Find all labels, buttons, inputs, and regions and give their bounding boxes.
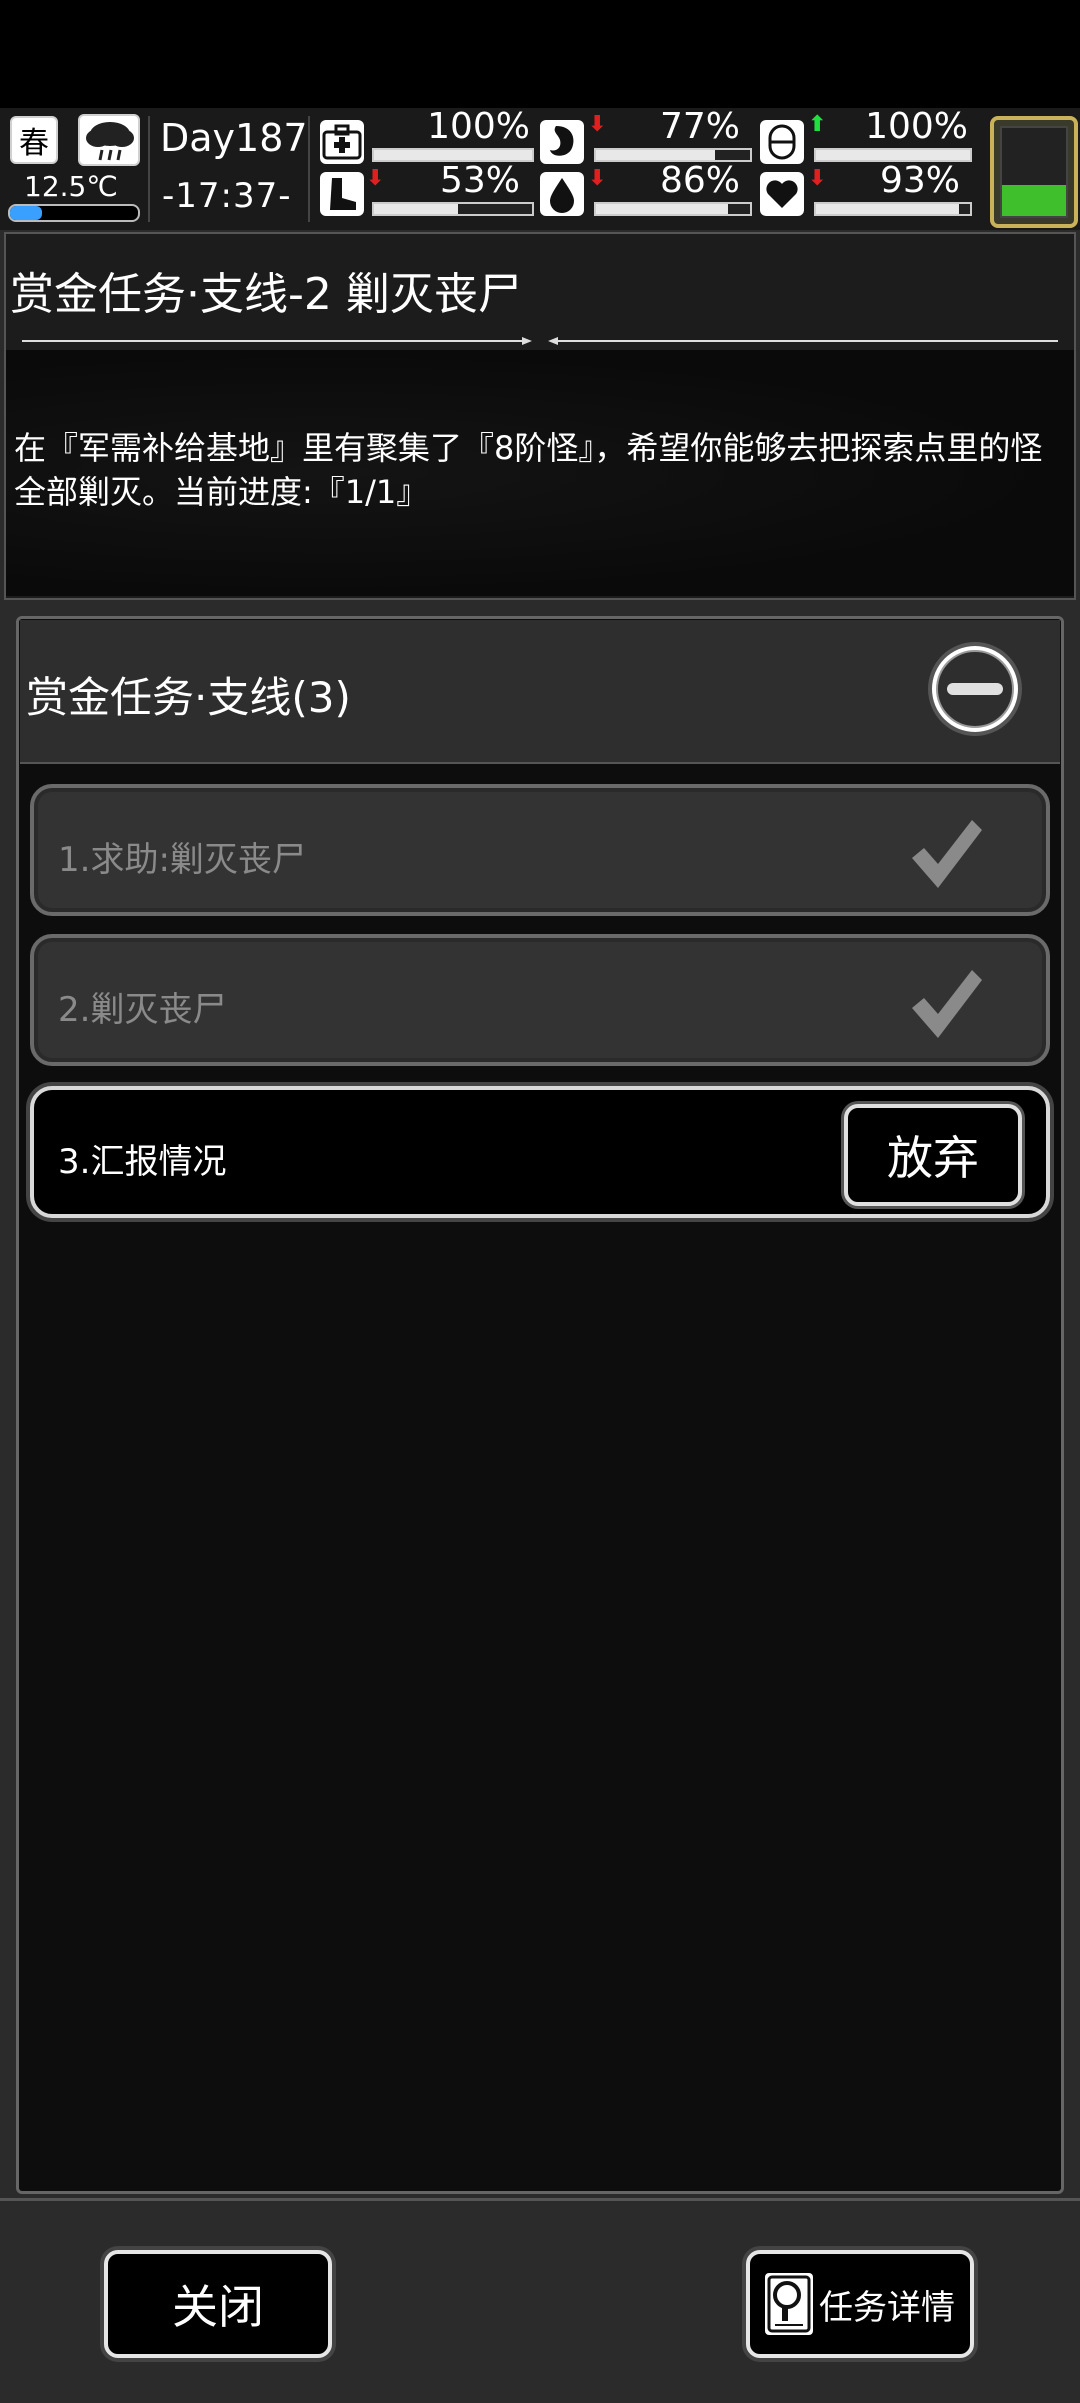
water-trend-down-icon: ⬇: [588, 166, 607, 191]
boot-icon: [320, 172, 364, 216]
boot-bar: [372, 202, 534, 216]
heart-bar: [814, 202, 972, 216]
task-item-3[interactable]: 3.汇报情况 放弃: [30, 1086, 1050, 1218]
water-value: 86%: [659, 160, 740, 201]
water-icon: [540, 172, 584, 216]
boot-value: 53%: [439, 160, 520, 201]
water-bar: [594, 202, 752, 216]
task-label: 1.求助:剿灭丧尸: [58, 840, 306, 880]
task-item-2[interactable]: 2.剿灭丧尸: [30, 934, 1050, 1066]
temperature: 12.5℃: [24, 170, 118, 203]
category-title: 赏金任务·支线(3): [26, 673, 351, 722]
close-button[interactable]: 关闭: [104, 2250, 332, 2358]
weather-icon: [78, 114, 140, 166]
title-divider: [22, 337, 1058, 345]
task-item-1[interactable]: 1.求助:剿灭丧尸: [30, 784, 1050, 916]
mind-value: 100%: [865, 106, 968, 147]
divider: [308, 116, 310, 222]
magnifier-document-icon: [765, 2273, 813, 2335]
heart-trend-down-icon: ⬇: [808, 166, 827, 191]
stomach-icon: [540, 120, 584, 164]
battery-indicator: [990, 116, 1078, 228]
stomach-trend-down-icon: ⬇: [588, 112, 607, 137]
temperature-bar: [8, 204, 140, 222]
task-detail-label: 任务详情: [819, 2287, 955, 2328]
divider: [148, 116, 150, 222]
heart-value: 93%: [879, 160, 960, 201]
season-badge: 春: [10, 116, 58, 164]
close-label: 关闭: [172, 2280, 264, 2334]
task-detail-button[interactable]: 任务详情: [746, 2250, 974, 2358]
minus-icon: [936, 650, 1014, 728]
boot-trend-down-icon: ⬇: [366, 166, 385, 191]
abandon-button[interactable]: 放弃: [844, 1104, 1022, 1206]
day-counter: Day187: [160, 116, 308, 160]
health-icon: [320, 120, 364, 164]
quest-title: 赏金任务·支线-2 剿灭丧尸: [10, 269, 522, 320]
task-label: 3.汇报情况: [58, 1142, 227, 1182]
collapse-button[interactable]: [932, 646, 1018, 732]
mind-trend-up-icon: ⬆: [808, 112, 827, 137]
game-clock: -17:37-: [162, 176, 292, 216]
stomach-value: 77%: [659, 106, 740, 147]
health-value: 100%: [427, 106, 530, 147]
checkmark-icon: [912, 820, 982, 888]
quest-description: 在『军需补给基地』里有聚集了『8阶怪』，希望你能够去把探索点里的怪全部剿灭。当前…: [14, 429, 1043, 511]
checkmark-icon: [912, 970, 982, 1038]
mind-icon: [760, 120, 804, 164]
season-label: 春: [19, 126, 49, 161]
task-label: 2.剿灭丧尸: [58, 990, 227, 1030]
heart-icon: [760, 172, 804, 216]
